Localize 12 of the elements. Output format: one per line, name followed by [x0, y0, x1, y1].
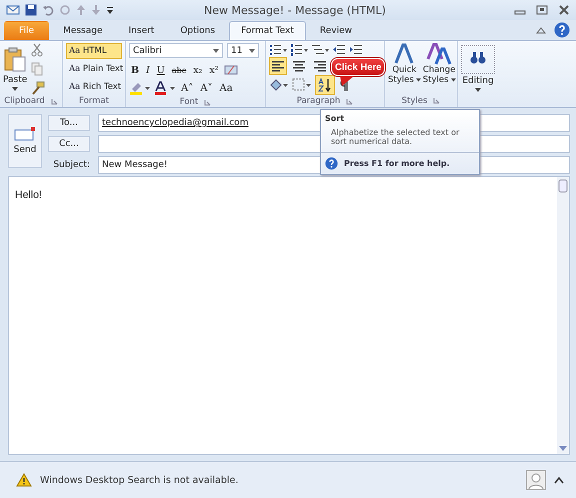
group-label: Font	[180, 97, 198, 107]
tooltip-help-text: Press F1 for more help.	[344, 159, 450, 168]
tooltip-description: Alphabetize the selected text or sort numerical data.	[330, 127, 460, 148]
status-message: Windows Desktop Search is not available.	[40, 474, 238, 486]
subject-label: Subject:	[52, 160, 90, 170]
group-label: Styles	[402, 96, 428, 106]
tooltip-title: Sort	[324, 113, 346, 125]
group-label: Format	[79, 96, 109, 106]
body-text: Hello!	[15, 189, 42, 201]
group-label: Clipboard	[4, 96, 45, 106]
group-label: Paragraph	[296, 96, 340, 106]
window-title: New Message! - Message (HTML)	[203, 4, 387, 16]
